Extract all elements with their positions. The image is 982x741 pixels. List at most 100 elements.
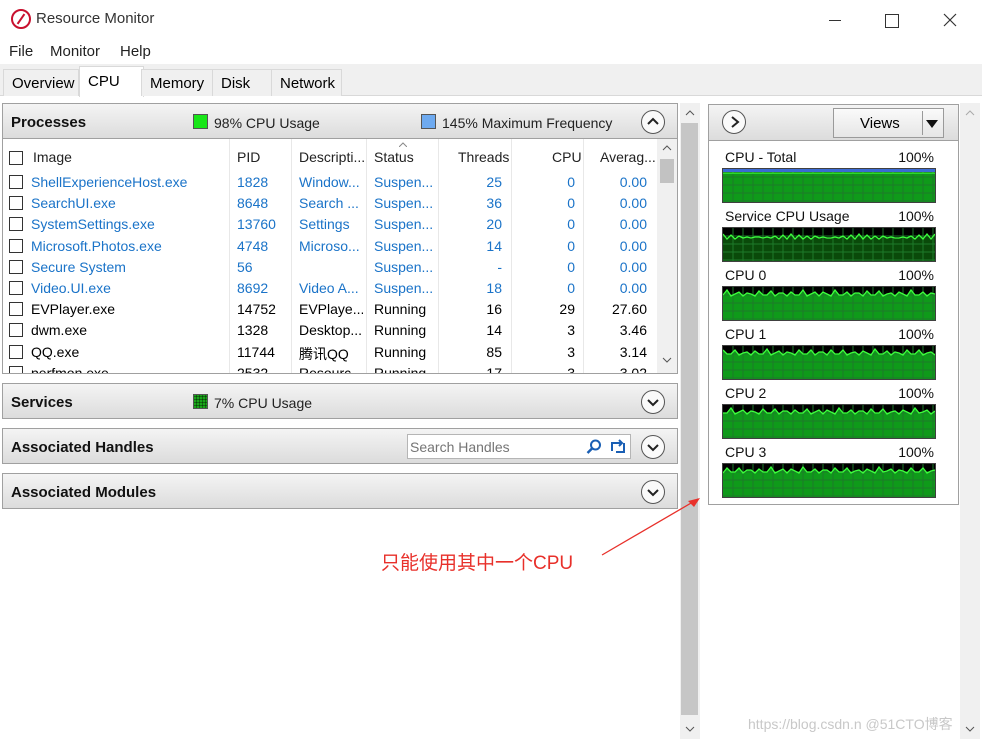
menu-help[interactable]: Help	[120, 43, 151, 60]
search-icon[interactable]	[586, 439, 602, 455]
cell-threads: 36	[486, 195, 502, 212]
column-header-threads[interactable]: Threads	[458, 149, 509, 165]
expand-services-button[interactable]	[641, 390, 665, 414]
table-row[interactable]: SearchUI.exe 8648 Search ... Suspen... 36 0 0.…	[3, 193, 658, 214]
tab-network[interactable]: Network	[271, 69, 342, 96]
cell-avg: 27.60	[611, 301, 647, 318]
cell-image: Secure System	[31, 258, 126, 275]
table-row[interactable]: SystemSettings.exe 13760 Settings Suspen...…	[3, 214, 658, 235]
table-row[interactable]: Video.UI.exe 8692 Video A... Suspen... 18 0 0.…	[3, 278, 658, 299]
cell-cpu: 0	[567, 174, 575, 190]
chevron-up-icon	[647, 117, 659, 125]
search-handles-box[interactable]	[407, 434, 631, 459]
cell-image: SystemSettings.exe	[31, 216, 155, 233]
graph-percent: 100%	[898, 149, 934, 165]
processes-scrollbar[interactable]	[657, 139, 677, 373]
row-checkbox[interactable]	[9, 196, 23, 211]
chevron-down-icon	[647, 444, 659, 452]
graph-label: CPU 3	[725, 444, 767, 460]
menu-file[interactable]: File	[9, 43, 33, 60]
table-row[interactable]: EVPlayer.exe 14752 EVPlaye... Running 16 29 27…	[3, 299, 658, 320]
table-row[interactable]: QQ.exe 11744 腾讯QQ Running 85 3 3.14	[3, 342, 658, 363]
main-scrollbar[interactable]	[680, 103, 700, 739]
associated-modules-title: Associated Modules	[11, 484, 157, 501]
cell-cpu: 3	[567, 364, 575, 374]
graph-label: CPU 1	[725, 326, 767, 342]
cell-cpu: 0	[567, 280, 575, 296]
search-handles-input[interactable]	[410, 437, 580, 456]
row-checkbox[interactable]	[9, 281, 23, 295]
refresh-icon[interactable]	[609, 439, 627, 455]
cell-threads: 16	[486, 301, 502, 318]
row-checkbox[interactable]	[9, 323, 23, 338]
scroll-down-icon	[685, 726, 695, 732]
cell-cpu: 0	[567, 216, 575, 233]
collapse-graphs-button[interactable]	[722, 110, 746, 134]
row-checkbox[interactable]	[9, 259, 23, 274]
cell-pid: 8648	[237, 195, 269, 212]
cell-image: EVPlayer.exe	[31, 301, 116, 318]
cell-desc: Settings	[299, 216, 350, 233]
tab-overview[interactable]: Overview	[3, 69, 79, 96]
column-header-average-cpu[interactable]: Averag...	[600, 149, 656, 165]
cell-pid: 11744	[237, 343, 275, 360]
cpu-graph	[722, 168, 936, 203]
cell-cpu: 29	[559, 301, 575, 318]
tab-disk[interactable]: Disk	[212, 69, 272, 96]
cell-image: perfmon.exe	[31, 364, 109, 374]
cpu-usage-legend-swatch	[193, 114, 208, 129]
associated-modules-header[interactable]: Associated Modules	[2, 473, 678, 509]
maximize-button[interactable]	[868, 6, 914, 34]
table-row[interactable]: Secure System 56 Suspen... - 0 0.00	[3, 257, 658, 278]
cell-threads: -	[497, 258, 502, 275]
cell-pid: 2532	[237, 364, 269, 374]
associated-handles-header[interactable]: Associated Handles	[2, 428, 678, 464]
cpu-graph	[722, 345, 936, 380]
row-checkbox[interactable]	[9, 217, 23, 232]
table-row[interactable]: Microsoft.Photos.exe 4748 Microso... Suspen…	[3, 236, 658, 257]
cell-threads: 14	[486, 237, 502, 254]
minimize-button[interactable]	[812, 6, 858, 34]
column-header-status[interactable]: Status	[374, 149, 414, 165]
graphs-scrollbar[interactable]	[960, 103, 980, 739]
tab-memory[interactable]: Memory	[141, 69, 213, 96]
max-frequency-legend: 145% Maximum Frequency	[442, 115, 613, 131]
row-checkbox[interactable]	[9, 175, 23, 189]
table-row[interactable]: dwm.exe 1328 Desktop... Running 14 3 3.46	[3, 320, 658, 341]
table-row[interactable]: perfmon.exe 2532 Resourc... Running 17 3 3.02	[3, 363, 658, 374]
cell-pid: 1328	[237, 322, 269, 339]
cell-pid: 4748	[237, 237, 269, 254]
views-dropdown[interactable]: Views	[833, 108, 944, 138]
tab-cpu[interactable]: CPU	[79, 66, 144, 97]
expand-handles-button[interactable]	[641, 435, 665, 459]
row-checkbox[interactable]	[9, 302, 23, 317]
column-header-description[interactable]: Descripti...	[299, 149, 365, 165]
select-all-checkbox[interactable]	[9, 151, 23, 165]
graph-label: CPU - Total	[725, 149, 797, 165]
graphs-pane: Views CPU - Total 100% Service CPU Usage 10…	[708, 104, 959, 505]
table-row[interactable]: ShellExperienceHost.exe 1828 Window... Susp…	[3, 172, 658, 193]
column-header-cpu[interactable]: CPU	[552, 149, 582, 165]
processes-header[interactable]: Processes 98% CPU Usage 145% Maximum Fre…	[2, 103, 678, 139]
cell-image: dwm.exe	[31, 322, 88, 339]
column-header-image[interactable]: Image	[33, 149, 72, 165]
cell-threads: 85	[486, 343, 502, 360]
close-button[interactable]	[927, 6, 973, 34]
cell-avg: 0.00	[619, 216, 647, 233]
row-checkbox[interactable]	[9, 365, 23, 373]
cpu-graph	[722, 227, 936, 262]
row-checkbox[interactable]	[9, 238, 23, 253]
max-frequency-legend-swatch	[421, 114, 436, 129]
cell-status: Running	[374, 364, 427, 374]
graph-percent: 100%	[898, 208, 934, 224]
scroll-thumb[interactable]	[660, 159, 674, 183]
column-header-pid[interactable]: PID	[237, 149, 260, 165]
services-header[interactable]: Services 7% CPU Usage	[2, 383, 678, 419]
cell-threads: 17	[486, 364, 502, 374]
row-checkbox[interactable]	[9, 344, 23, 359]
dropdown-arrow-icon	[926, 120, 938, 128]
collapse-processes-button[interactable]	[641, 110, 665, 134]
main-scroll-thumb[interactable]	[681, 123, 698, 715]
menu-monitor[interactable]: Monitor	[50, 43, 100, 60]
cell-image: ShellExperienceHost.exe	[31, 174, 188, 190]
